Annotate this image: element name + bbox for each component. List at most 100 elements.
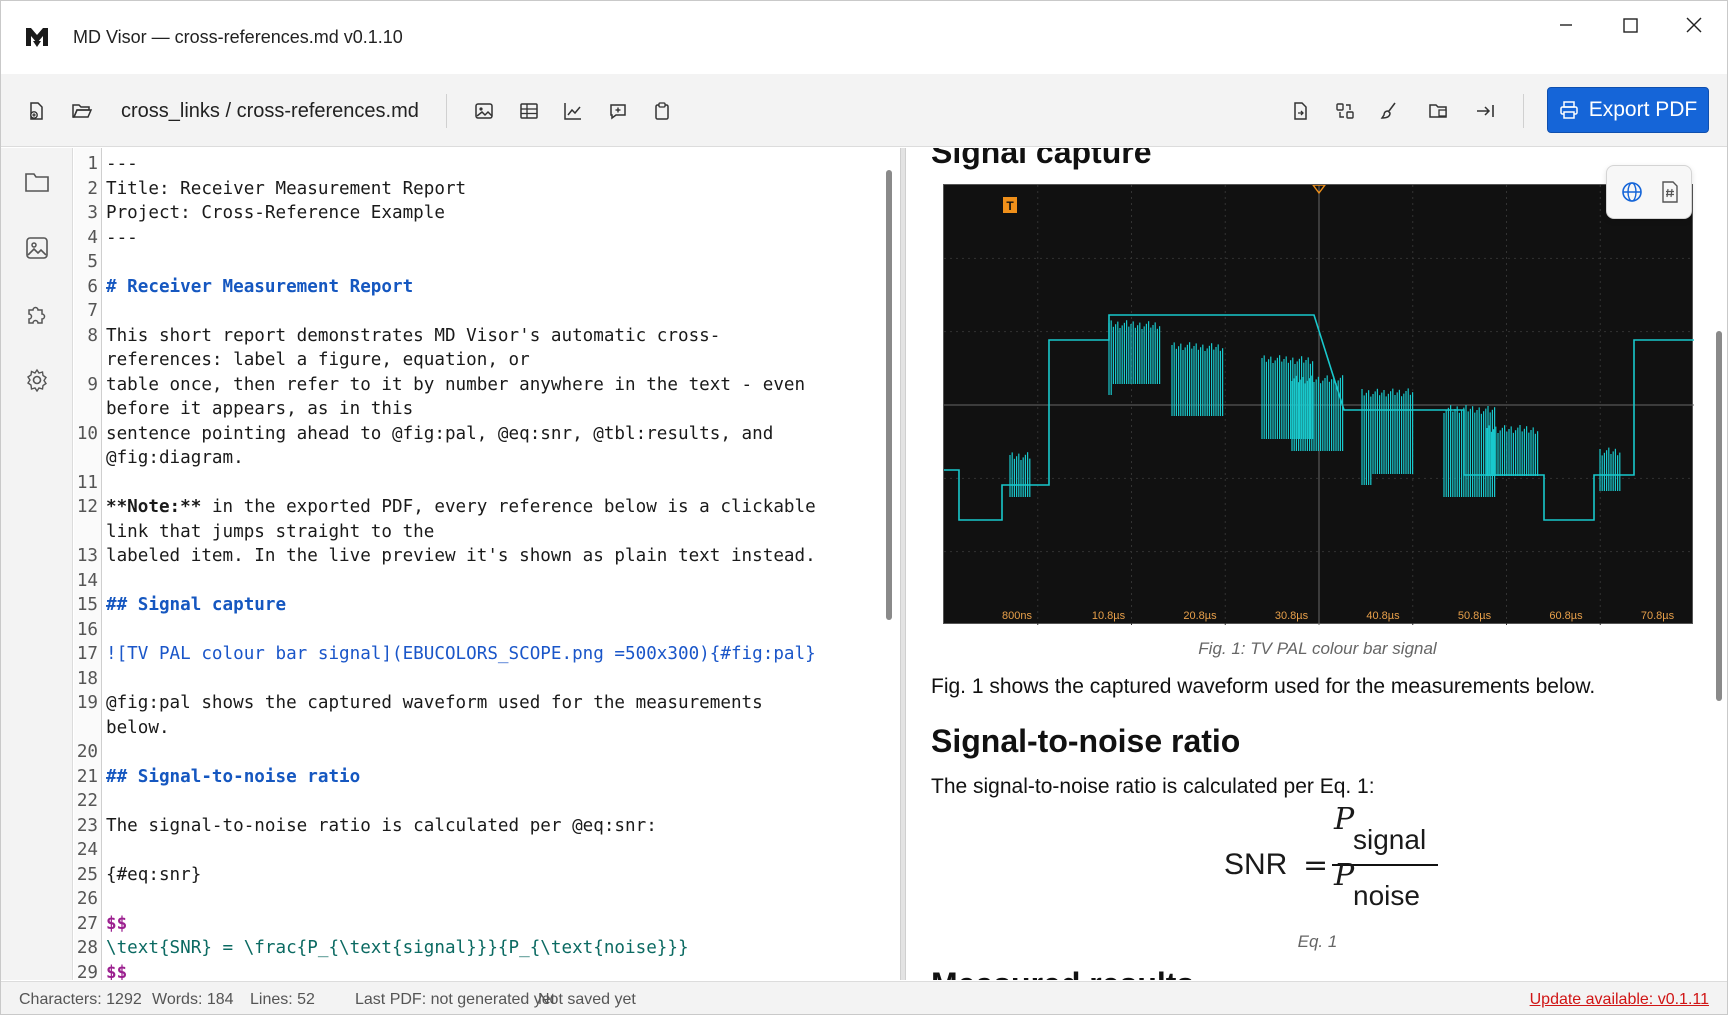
editor-line[interactable]: 19 @fig:pal shows the captured waveform u… [74, 691, 884, 716]
export-file-button[interactable] [1287, 98, 1313, 124]
minimize-icon [1560, 24, 1572, 26]
editor-line[interactable]: 8 This short report demonstrates MD Visor… [74, 324, 884, 349]
line-text: \text{SNR} = \frac{P_{\text{signal}}}{P_… [106, 938, 689, 958]
comment-add-icon [610, 104, 626, 120]
snr-equation: SNR = P signal P noise [1216, 798, 1446, 918]
line-text: link that jumps straight to the [106, 521, 435, 542]
editor-line[interactable]: 21 ## Signal-to-noise ratio [74, 765, 884, 790]
line-number: 29 [76, 962, 98, 981]
clean-format-button[interactable] [1377, 98, 1403, 124]
editor-line[interactable]: 6 # Receiver Measurement Report [74, 275, 884, 300]
editor-scrollbar[interactable] [886, 170, 892, 620]
file-breadcrumb[interactable]: cross_links / cross-references.md [121, 100, 419, 123]
chart-insert-icon [564, 103, 581, 120]
line-text: --- [106, 227, 138, 248]
scope-x-tick-label: 20.8µs [1183, 610, 1217, 622]
editor-line[interactable]: 23 The signal-to-noise ratio is calculate… [74, 814, 884, 839]
oscilloscope-image: T 800ns 10.8µs 20.8µs 30.8µs 40.8µs 50.8µs 60.8… [943, 184, 1694, 625]
scope-x-tick-label: 10.8µs [1092, 610, 1126, 622]
numbering-button[interactable] [1659, 180, 1681, 209]
line-number: 22 [76, 791, 98, 811]
editor-line[interactable]: 26 [74, 887, 884, 912]
rail-settings-button[interactable] [23, 366, 51, 394]
code-lines[interactable]: 1 --- 2 Title: Receiver Measurement Report 3… [74, 152, 884, 980]
insert-image-button[interactable] [471, 98, 497, 124]
line-text: references: label a figure, equation, or [106, 350, 530, 370]
editor-line[interactable]: 7 [74, 299, 884, 324]
preview-heading-snr: Signal-to-noise ratio [931, 723, 1241, 759]
denominator-subscript: noise [1353, 880, 1420, 911]
line-text: This short report demonstrates MD Visor'… [106, 325, 721, 346]
editor-line[interactable]: @fig:diagram. [74, 446, 884, 471]
close-button[interactable] [1666, 9, 1722, 41]
app-window: MD Visor — cross-references.md v0.1.10 c… [0, 0, 1728, 1015]
line-number: 10 [76, 423, 98, 444]
status-saved: Not saved yet [538, 991, 636, 1008]
editor-line[interactable]: below. [74, 716, 884, 741]
waveform-plot: T 800ns 10.8µs 20.8µs 30.8µs 40.8µs 50.8µs 60.8… [944, 184, 1694, 625]
line-number: 28 [76, 938, 98, 958]
preview-heading-results: Measured results [931, 966, 1194, 980]
editor-line[interactable]: 28 \text{SNR} = \frac{P_{\text{signal}}}{… [74, 936, 884, 961]
editor-line[interactable]: 5 [74, 250, 884, 275]
editor-line[interactable]: 20 [74, 740, 884, 765]
minimize-button[interactable] [1538, 9, 1594, 41]
editor-line[interactable]: 11 [74, 471, 884, 496]
sync-button[interactable] [1332, 98, 1358, 124]
editor-line[interactable]: 25 {#eq:snr} [74, 863, 884, 888]
maximize-button[interactable] [1602, 9, 1658, 41]
new-file-icon [30, 102, 43, 120]
editor-line[interactable]: 22 [74, 789, 884, 814]
preview-scrollbar[interactable] [1716, 331, 1722, 701]
close-icon [1686, 17, 1702, 33]
editor-line[interactable]: 18 [74, 667, 884, 692]
editor-line[interactable]: before it appears, as in this [74, 397, 884, 422]
table-insert-icon [520, 103, 538, 119]
editor-line[interactable]: 2 Title: Receiver Measurement Report [74, 177, 884, 202]
scope-x-tick-label: 50.8µs [1458, 610, 1492, 622]
editor-line[interactable]: 4 --- [74, 226, 884, 251]
new-file-button[interactable] [23, 98, 49, 124]
rail-images-button[interactable] [23, 234, 51, 262]
editor-line[interactable]: 24 [74, 838, 884, 863]
collapse-panel-button[interactable] [1472, 98, 1498, 124]
editor-line[interactable]: 3 Project: Cross-Reference Example [74, 201, 884, 226]
line-text: The signal-to-noise ratio is calculated … [106, 815, 657, 836]
insert-chart-button[interactable] [560, 98, 586, 124]
editor-line[interactable]: 14 [74, 569, 884, 594]
arrow-to-right-icon [1477, 105, 1494, 117]
line-number: 4 [87, 227, 98, 248]
editor-line[interactable]: 15 ## Signal capture [74, 593, 884, 618]
editor-line[interactable]: references: label a figure, equation, or [74, 348, 884, 373]
editor-line[interactable]: link that jumps straight to the [74, 520, 884, 545]
insert-table-button[interactable] [516, 98, 542, 124]
line-text: ## Signal-to-noise ratio [106, 766, 361, 787]
line-number: 3 [87, 203, 98, 223]
line-number: 25 [76, 864, 98, 885]
export-pdf-button[interactable]: Export PDF [1547, 87, 1709, 133]
editor-line[interactable]: 29 $$ [74, 961, 884, 981]
line-text: Project: Cross-Reference Example [106, 203, 445, 223]
markdown-editor[interactable]: 1 --- 2 Title: Receiver Measurement Report 3… [74, 148, 900, 980]
line-number: 18 [76, 668, 98, 689]
editor-line[interactable]: 10 sentence pointing ahead to @fig:pal, @… [74, 422, 884, 447]
rail-files-button[interactable] [23, 168, 51, 196]
image-insert-icon [475, 103, 493, 119]
editor-line[interactable]: 13 labeled item. In the live preview it's… [74, 544, 884, 569]
line-number: 26 [76, 889, 98, 909]
clipboard-button[interactable] [649, 98, 675, 124]
language-button[interactable] [1620, 180, 1644, 209]
open-location-button[interactable] [1426, 98, 1452, 124]
editor-line[interactable]: 16 [74, 618, 884, 643]
editor-line[interactable]: 17 ![TV PAL colour bar signal](EBUCOLORS_… [74, 642, 884, 667]
update-available-link[interactable]: Update available: v0.1.11 [1530, 991, 1709, 1009]
editor-line[interactable]: 27 $$ [74, 912, 884, 937]
open-folder-button[interactable] [69, 98, 95, 124]
gear-icon [27, 368, 47, 392]
insert-comment-button[interactable] [605, 98, 631, 124]
rail-extensions-button[interactable] [23, 300, 51, 328]
editor-line[interactable]: 12 **Note:** in the exported PDF, every r… [74, 495, 884, 520]
editor-line[interactable]: 9 table once, then refer to it by number … [74, 373, 884, 398]
line-text: $$ [106, 913, 128, 934]
editor-line[interactable]: 1 --- [74, 152, 884, 177]
